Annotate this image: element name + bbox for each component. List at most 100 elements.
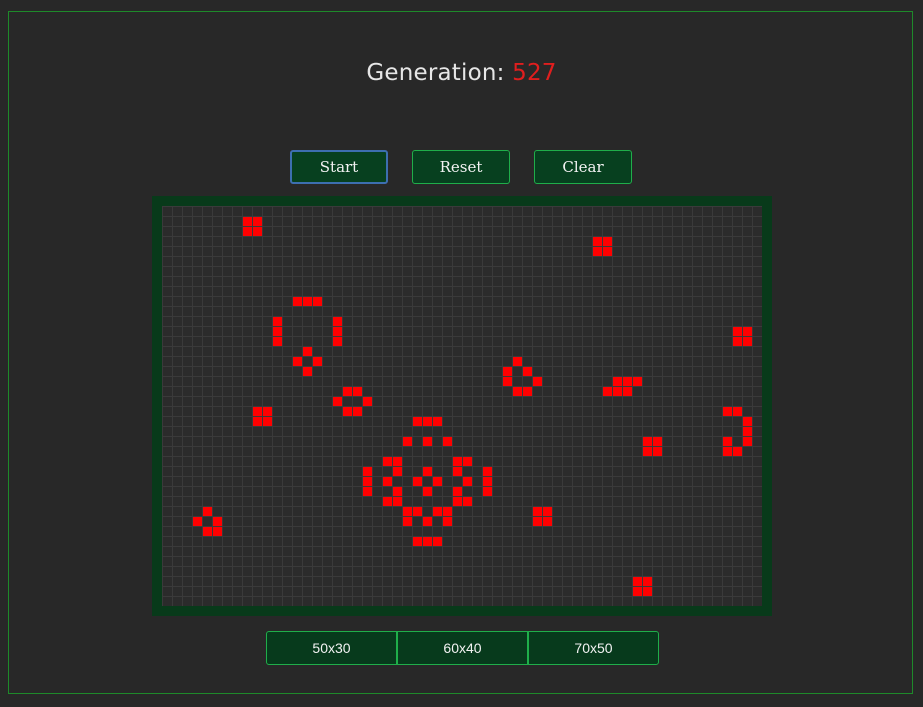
live-cell[interactable] — [293, 357, 302, 366]
live-cell[interactable] — [333, 397, 342, 406]
live-cell[interactable] — [533, 377, 542, 386]
live-cell[interactable] — [733, 327, 742, 336]
live-cell[interactable] — [393, 457, 402, 466]
live-cell[interactable] — [423, 487, 432, 496]
live-cell[interactable] — [623, 377, 632, 386]
live-cell[interactable] — [423, 537, 432, 546]
live-cell[interactable] — [333, 327, 342, 336]
live-cell[interactable] — [603, 387, 612, 396]
live-cell[interactable] — [453, 487, 462, 496]
live-cell[interactable] — [433, 477, 442, 486]
live-cell[interactable] — [313, 357, 322, 366]
live-cell[interactable] — [213, 517, 222, 526]
live-cell[interactable] — [743, 427, 752, 436]
live-cell[interactable] — [603, 237, 612, 246]
live-cell[interactable] — [733, 447, 742, 456]
live-cell[interactable] — [273, 337, 282, 346]
live-cell[interactable] — [413, 417, 422, 426]
live-cell[interactable] — [293, 297, 302, 306]
live-cell[interactable] — [303, 367, 312, 376]
live-cell[interactable] — [403, 437, 412, 446]
live-cell[interactable] — [643, 447, 652, 456]
live-cell[interactable] — [303, 297, 312, 306]
live-cell[interactable] — [383, 477, 392, 486]
live-cell[interactable] — [383, 497, 392, 506]
size-60x40-button[interactable]: 60x40 — [397, 631, 528, 665]
live-cell[interactable] — [433, 537, 442, 546]
live-cell[interactable] — [273, 317, 282, 326]
live-cell[interactable] — [633, 587, 642, 596]
live-cell[interactable] — [643, 437, 652, 446]
live-cell[interactable] — [273, 327, 282, 336]
live-cell[interactable] — [723, 437, 732, 446]
live-cell[interactable] — [423, 467, 432, 476]
live-cell[interactable] — [433, 507, 442, 516]
start-button[interactable]: Start — [290, 150, 388, 184]
live-cell[interactable] — [453, 467, 462, 476]
live-cell[interactable] — [343, 407, 352, 416]
live-cell[interactable] — [643, 587, 652, 596]
live-cell[interactable] — [603, 247, 612, 256]
live-cell[interactable] — [363, 477, 372, 486]
live-cell[interactable] — [743, 437, 752, 446]
live-cell[interactable] — [733, 407, 742, 416]
live-cell[interactable] — [343, 387, 352, 396]
live-cell[interactable] — [463, 497, 472, 506]
live-cell[interactable] — [303, 347, 312, 356]
live-cell[interactable] — [613, 387, 622, 396]
live-cell[interactable] — [403, 517, 412, 526]
live-cell[interactable] — [593, 247, 602, 256]
live-cell[interactable] — [413, 477, 422, 486]
live-cell[interactable] — [263, 407, 272, 416]
live-cell[interactable] — [433, 417, 442, 426]
live-cell[interactable] — [653, 447, 662, 456]
live-cell[interactable] — [483, 467, 492, 476]
live-cell[interactable] — [523, 367, 532, 376]
live-cell[interactable] — [453, 497, 462, 506]
size-70x50-button[interactable]: 70x50 — [528, 631, 659, 665]
live-cell[interactable] — [393, 497, 402, 506]
live-cell[interactable] — [483, 487, 492, 496]
live-cell[interactable] — [633, 377, 642, 386]
live-cell[interactable] — [623, 387, 632, 396]
live-cell[interactable] — [393, 467, 402, 476]
live-cell[interactable] — [723, 407, 732, 416]
live-cell[interactable] — [743, 327, 752, 336]
live-cell[interactable] — [363, 467, 372, 476]
live-cell[interactable] — [363, 397, 372, 406]
live-cell[interactable] — [723, 447, 732, 456]
live-cell[interactable] — [243, 217, 252, 226]
live-cell[interactable] — [253, 407, 262, 416]
live-cell[interactable] — [193, 517, 202, 526]
live-cell[interactable] — [363, 487, 372, 496]
live-cell[interactable] — [353, 387, 362, 396]
live-cell[interactable] — [393, 487, 402, 496]
reset-button[interactable]: Reset — [412, 150, 510, 184]
live-cell[interactable] — [543, 507, 552, 516]
live-cell[interactable] — [463, 477, 472, 486]
live-cell[interactable] — [333, 317, 342, 326]
live-cell[interactable] — [253, 417, 262, 426]
live-cell[interactable] — [613, 377, 622, 386]
live-cell[interactable] — [253, 217, 262, 226]
live-cell[interactable] — [423, 417, 432, 426]
live-cell[interactable] — [463, 457, 472, 466]
live-cell[interactable] — [513, 357, 522, 366]
live-cell[interactable] — [593, 237, 602, 246]
live-cell[interactable] — [353, 407, 362, 416]
live-cell[interactable] — [533, 517, 542, 526]
live-cell[interactable] — [423, 517, 432, 526]
live-cell[interactable] — [443, 517, 452, 526]
live-cell[interactable] — [503, 367, 512, 376]
live-cell[interactable] — [513, 387, 522, 396]
live-cell[interactable] — [643, 577, 652, 586]
live-cell[interactable] — [423, 437, 432, 446]
live-cell[interactable] — [383, 457, 392, 466]
live-cell[interactable] — [733, 337, 742, 346]
live-cell[interactable] — [543, 517, 552, 526]
live-cell[interactable] — [443, 437, 452, 446]
live-cell[interactable] — [413, 507, 422, 516]
live-cell[interactable] — [443, 507, 452, 516]
live-cell[interactable] — [743, 337, 752, 346]
live-cell[interactable] — [213, 527, 222, 536]
